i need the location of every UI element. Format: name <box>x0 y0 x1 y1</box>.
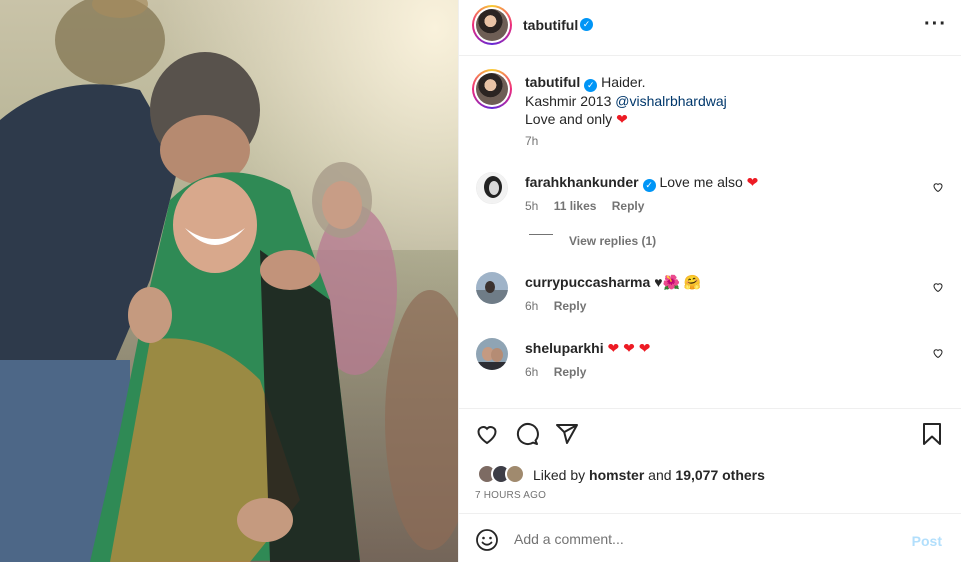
liked-by-user[interactable]: homster <box>589 467 644 483</box>
caption-time[interactable]: 7h <box>525 134 538 148</box>
red-heart-emoji-icon: ❤ <box>616 111 628 127</box>
view-replies-line <box>529 234 553 235</box>
commenter-username[interactable]: farahkhankunder <box>525 174 639 190</box>
likes-count[interactable]: 19,077 others <box>675 467 765 483</box>
comment-text: sheluparkhi ❤ ❤ ❤ <box>525 340 650 357</box>
caption-line2: Kashmir 2013 <box>525 93 616 109</box>
post-actions: Liked by homster and 19,077 others 7 HOU… <box>459 408 961 513</box>
comment-text: currypuccasharma ♥🌺 🤗 <box>525 274 701 291</box>
like-comment-heart-icon[interactable] <box>932 347 944 359</box>
reply-button[interactable]: Reply <box>554 299 587 313</box>
comment-input[interactable] <box>514 528 894 550</box>
more-options-icon[interactable]: ··· <box>924 14 946 37</box>
caption-line1: Haider. <box>601 74 646 90</box>
comment-body: ♥🌺 🤗 <box>654 274 702 290</box>
author-avatar[interactable] <box>472 5 512 45</box>
share-icon[interactable] <box>555 422 579 446</box>
comment-time[interactable]: 6h <box>525 365 538 379</box>
reply-button[interactable]: Reply <box>612 199 645 213</box>
commenter-avatar[interactable] <box>476 272 508 304</box>
commenter-avatar[interactable] <box>476 172 508 204</box>
post-photo[interactable] <box>0 0 458 562</box>
photo-illustration <box>0 0 458 562</box>
comment-meta: 5h 11 likes Reply <box>525 199 644 213</box>
heart-icon[interactable] <box>475 422 499 446</box>
liked-by-text: Liked by homster and 19,077 others <box>533 467 765 483</box>
post-comment-button[interactable]: Post <box>912 533 942 549</box>
comment-icon[interactable] <box>515 422 539 446</box>
commenter-avatar[interactable] <box>476 338 508 370</box>
comment-time[interactable]: 6h <box>525 299 538 313</box>
comment-time[interactable]: 5h <box>525 199 538 213</box>
caption-avatar[interactable] <box>472 69 512 109</box>
comment-meta: 6h Reply <box>525 365 586 379</box>
comment-likes[interactable]: 11 likes <box>554 199 597 213</box>
commenter-username[interactable]: sheluparkhi <box>525 340 604 356</box>
caption-line3: Love and only <box>525 111 613 127</box>
view-replies-button[interactable]: View replies (1) <box>569 234 656 248</box>
emoji-icon[interactable] <box>475 528 499 552</box>
liked-by-avatars[interactable] <box>477 464 529 484</box>
post-timestamp[interactable]: 7 HOURS AGO <box>475 490 546 501</box>
author-username[interactable]: tabutiful <box>523 17 578 33</box>
reply-button[interactable]: Reply <box>554 365 587 379</box>
mention-link[interactable]: @vishalrbhardwaj <box>615 93 726 109</box>
verified-badge-icon: ✓ <box>580 18 593 31</box>
red-heart-emoji-icon: ❤ ❤ ❤ <box>607 340 651 356</box>
like-comment-heart-icon[interactable] <box>932 281 944 293</box>
post-header: tabutiful ✓ ··· <box>459 0 961 56</box>
verified-badge-icon: ✓ <box>642 179 656 192</box>
comment-text: farahkhankunder ✓ Love me also ❤ <box>525 174 758 192</box>
liked-by-prefix: Liked by <box>533 467 590 483</box>
red-heart-emoji-icon: ❤ <box>746 174 759 190</box>
liker-avatar <box>505 464 525 484</box>
verified-badge-icon: ✓ <box>584 79 598 92</box>
liked-by-and: and <box>644 467 676 483</box>
caption-text: tabutiful ✓ Haider. Kashmir 2013 @vishalr… <box>525 73 935 128</box>
comment-body: Love me also <box>659 174 743 190</box>
commenter-username[interactable]: currypuccasharma <box>525 274 650 290</box>
add-comment-bar: Post <box>459 513 961 562</box>
bookmark-icon[interactable] <box>920 422 944 446</box>
caption-username[interactable]: tabutiful <box>525 74 580 90</box>
post-details-panel: tabutiful ✓ ··· tabutiful ✓ Haider. Kashm… <box>458 0 961 562</box>
comment-meta: 6h Reply <box>525 299 586 313</box>
like-comment-heart-icon[interactable] <box>932 181 944 193</box>
